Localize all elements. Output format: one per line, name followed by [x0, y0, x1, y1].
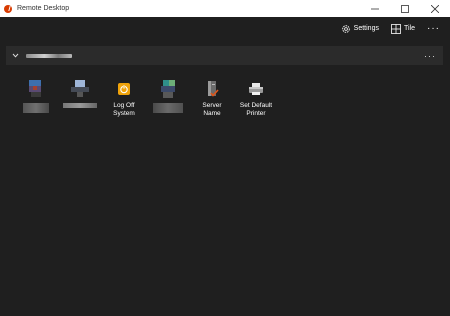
tile-server-name[interactable]: Server Name	[190, 80, 234, 122]
maximize-button[interactable]	[390, 0, 420, 17]
tile-item[interactable]	[58, 80, 102, 122]
redacted-label	[153, 103, 183, 113]
redacted-label	[23, 103, 49, 113]
pixelated-icon	[27, 80, 45, 98]
maximize-icon	[401, 4, 409, 13]
settings-label: Settings	[353, 25, 379, 32]
tile-label: Log Off System	[113, 102, 135, 117]
redacted-label	[63, 103, 97, 108]
pixelated-icon	[159, 80, 177, 98]
group-more-button[interactable]: ···	[424, 51, 436, 61]
remote-desktop-app-icon	[4, 4, 12, 13]
chevron-down-icon[interactable]	[12, 52, 19, 59]
close-button[interactable]	[420, 0, 450, 17]
tile-label: Tile	[403, 25, 415, 32]
minimize-button[interactable]	[360, 0, 390, 17]
printer-icon	[247, 80, 265, 98]
tile-item[interactable]	[146, 80, 190, 122]
toolbar: Settings Tile ···	[0, 17, 450, 40]
tile-grid: Log Off System Server Name Set Default P…	[14, 80, 314, 130]
tile-item[interactable]	[14, 80, 58, 122]
title-bar: Remote Desktop	[0, 0, 450, 17]
gear-icon	[341, 24, 350, 33]
pixelated-icon	[71, 80, 89, 98]
close-icon	[431, 4, 439, 13]
tile-log-off-system[interactable]: Log Off System	[102, 80, 146, 122]
tile-label: Server Name	[202, 102, 222, 117]
settings-button[interactable]: Settings	[341, 24, 379, 34]
minimize-icon	[371, 8, 379, 9]
group-name-redacted	[26, 53, 72, 58]
connection-group-header[interactable]: ···	[6, 46, 443, 65]
more-options-button[interactable]: ···	[427, 23, 440, 34]
tile-label: Set Default Printer	[239, 102, 273, 117]
window-title: Remote Desktop	[17, 5, 70, 12]
server-icon	[203, 80, 221, 98]
tile-set-default-printer[interactable]: Set Default Printer	[234, 80, 278, 122]
log-off-icon	[115, 80, 133, 98]
tile-grid-icon	[391, 23, 401, 34]
tile-view-button[interactable]: Tile	[391, 23, 415, 34]
